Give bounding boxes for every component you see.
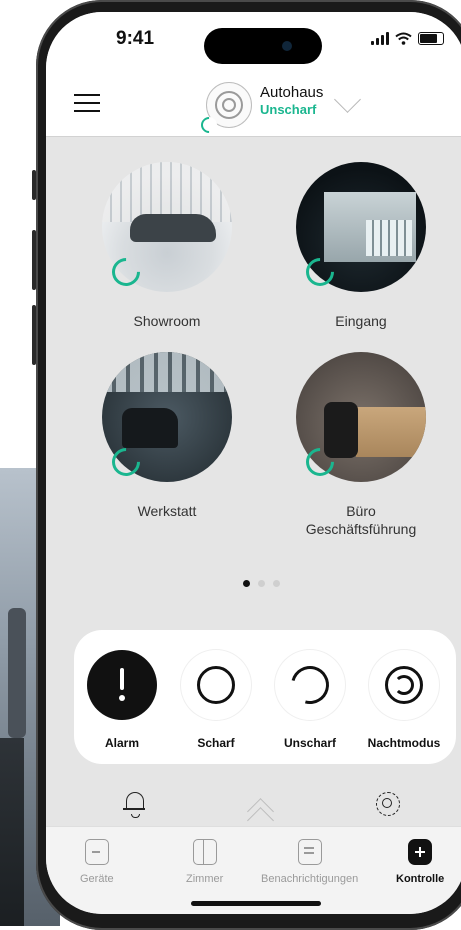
status-time: 9:41 [116,28,155,49]
background-person-arm [8,608,26,738]
mode-label: Nachtmodus [367,736,441,750]
wifi-icon [395,32,412,45]
room-label: Werkstatt [137,503,197,519]
tab-geraete[interactable]: Geräte [80,839,114,885]
bell-icon[interactable] [123,792,145,810]
mode-label: Alarm [104,736,139,750]
mode-alarm-button[interactable]: Alarm [80,650,164,750]
mode-label: Scharf [197,736,235,750]
mode-nachtmodus-button[interactable]: Nachtmodus [362,650,446,750]
volume-down-button [32,305,36,365]
home-indicator[interactable] [191,901,321,906]
page-dot-1[interactable] [243,580,250,587]
room-label: Showroom [133,313,201,329]
rooms-icon [192,839,217,865]
tab-zimmer[interactable]: Zimmer [186,839,223,885]
room-werkstatt[interactable]: Werkstatt [102,352,232,520]
chevron-down-icon[interactable] [334,86,361,113]
page-indicator [243,580,280,587]
disarmed-state-icon [197,113,221,137]
battery-icon [418,32,444,45]
room-label: Büro Geschäftsführung [296,502,426,538]
notifications-icon [297,839,322,865]
status-icons [371,32,444,45]
gear-icon[interactable] [376,792,400,816]
app-screen: 9:41 Autohaus Unscharf Showroom Eingang … [46,12,461,914]
room-buero-geschaeftsfuehrung[interactable]: Büro Geschäftsführung [296,352,426,538]
tab-label: Kontrolle [396,873,445,885]
page-dot-3[interactable] [273,580,280,587]
tab-label: Zimmer [186,873,224,885]
mode-label: Unscharf [283,736,336,750]
menu-icon[interactable] [74,94,100,112]
app-header: Autohaus Unscharf [46,68,461,137]
tab-benachrichtigungen[interactable]: Benachrichtigungen [261,839,358,885]
alarm-icon [87,650,157,720]
room-label-line2: Geschäftsführung [305,521,417,537]
volume-up-button [32,230,36,290]
action-toolbar [46,778,461,834]
room-label-line1: Büro [346,503,376,519]
room-eingang[interactable]: Eingang [296,162,426,330]
mode-unscharf-button[interactable]: Unscharf [268,650,352,750]
tab-label: Benachrichtigungen [261,873,359,885]
cellular-signal-icon [371,32,389,45]
dynamic-island [204,28,322,64]
camera-icon [282,41,292,51]
site-logo[interactable] [197,82,252,137]
night-mode-icon [369,650,439,720]
armed-icon [181,650,251,720]
background-person-coat [0,738,24,926]
status-bar: 9:41 [46,12,461,68]
control-icon [408,839,433,865]
tab-kontrolle[interactable]: Kontrolle [396,839,444,885]
mute-switch [32,170,36,200]
devices-icon [84,839,109,865]
site-title[interactable]: Autohaus [260,84,323,101]
room-showroom[interactable]: Showroom [102,162,232,330]
room-label: Eingang [335,313,387,329]
tab-label: Geräte [80,873,114,885]
site-status: Unscharf [260,102,317,117]
page-dot-2[interactable] [258,580,265,587]
disarmed-icon [275,650,345,720]
security-mode-panel: Alarm Scharf Unscharf Nachtmodus [74,630,456,764]
mode-scharf-button[interactable]: Scharf [174,650,258,750]
